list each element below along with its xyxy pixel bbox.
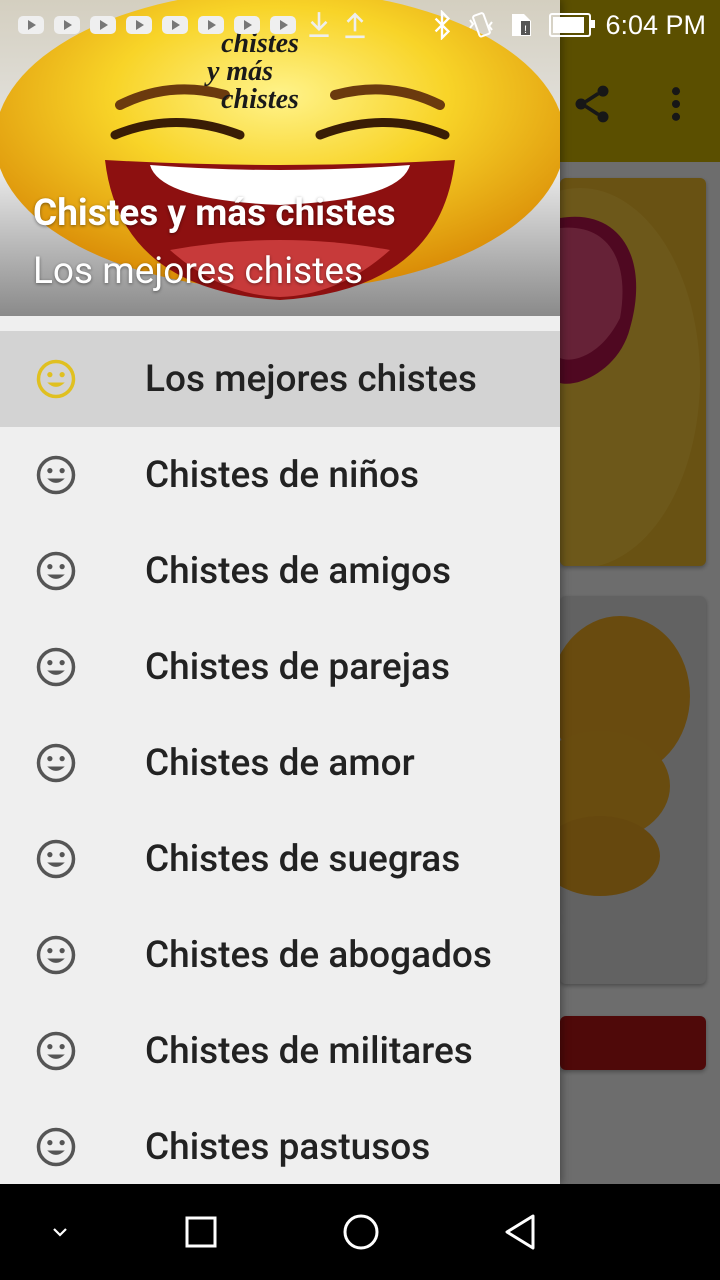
home-icon[interactable] — [337, 1208, 385, 1256]
drawer-item-chistes-de-abogados[interactable]: Chistes de abogados — [0, 907, 560, 1003]
drawer-item-label: Chistes de amor — [145, 741, 415, 785]
download-icon — [309, 12, 329, 37]
youtube-icon — [198, 16, 224, 34]
youtube-icon — [18, 16, 44, 34]
smiley-icon — [36, 551, 76, 591]
smiley-icon — [36, 647, 76, 687]
navigation-bar — [0, 1184, 720, 1280]
drawer-item-chistes-de-amor[interactable]: Chistes de amor — [0, 715, 560, 811]
drawer-item-chistes-pastusos[interactable]: Chistes pastusos — [0, 1099, 560, 1184]
drawer-item-label: Chistes de niños — [145, 453, 420, 497]
youtube-icon — [126, 16, 152, 34]
status-bar: ! 6:04 PM — [0, 0, 720, 50]
battery-icon — [549, 13, 596, 37]
drawer-item-label: Chistes de parejas — [145, 645, 450, 689]
bluetooth-icon — [435, 10, 451, 40]
drawer-item-label: Chistes de suegras — [145, 837, 461, 881]
logo-text: y más — [204, 56, 273, 87]
drawer-menu: Los mejores chistes Chistes de niños Chi… — [0, 331, 560, 1184]
vibrate-icon — [469, 12, 494, 38]
drawer-item-chistes-de-ninos[interactable]: Chistes de niños — [0, 427, 560, 523]
smiley-icon — [36, 1127, 76, 1167]
drawer-item-label: Chistes pastusos — [145, 1125, 431, 1169]
smiley-icon — [36, 743, 76, 783]
drawer-item-chistes-de-suegras[interactable]: Chistes de suegras — [0, 811, 560, 907]
youtube-icon — [54, 16, 80, 34]
navigation-drawer: chistes y más chistes Chistes y más chis… — [0, 0, 560, 1184]
youtube-icon — [90, 16, 116, 34]
logo-text: chistes — [221, 84, 299, 115]
recents-icon[interactable] — [177, 1208, 225, 1256]
drawer-item-label: Chistes de militares — [145, 1029, 473, 1073]
smiley-icon — [36, 935, 76, 975]
back-icon[interactable] — [497, 1208, 545, 1256]
hide-keyboard-icon[interactable] — [36, 1208, 84, 1256]
youtube-icon — [234, 16, 260, 34]
drawer-header-title: Chistes y más chistes — [33, 192, 396, 235]
drawer-item-chistes-de-parejas[interactable]: Chistes de parejas — [0, 619, 560, 715]
status-time: 6:04 PM — [605, 9, 706, 40]
system-icons: ! 6:04 PM — [431, 0, 706, 50]
drawer-item-chistes-de-amigos[interactable]: Chistes de amigos — [0, 523, 560, 619]
youtube-icon — [270, 16, 296, 34]
notification-icons — [0, 10, 368, 40]
drawer-item-label: Los mejores chistes — [145, 357, 477, 401]
smiley-icon — [36, 455, 76, 495]
drawer-item-los-mejores-chistes[interactable]: Los mejores chistes — [0, 331, 560, 427]
drawer-header-subtitle: Los mejores chistes — [33, 250, 364, 293]
drawer-item-chistes-de-militares[interactable]: Chistes de militares — [0, 1003, 560, 1099]
svg-text:!: ! — [524, 24, 527, 36]
drawer-item-label: Chistes de abogados — [145, 933, 492, 977]
youtube-icon — [162, 16, 188, 34]
sim-icon: ! — [512, 14, 532, 36]
smiley-icon — [36, 839, 76, 879]
upload-icon — [345, 12, 365, 39]
smiley-icon — [36, 359, 76, 399]
smiley-icon — [36, 1031, 76, 1071]
drawer-item-label: Chistes de amigos — [145, 549, 452, 593]
